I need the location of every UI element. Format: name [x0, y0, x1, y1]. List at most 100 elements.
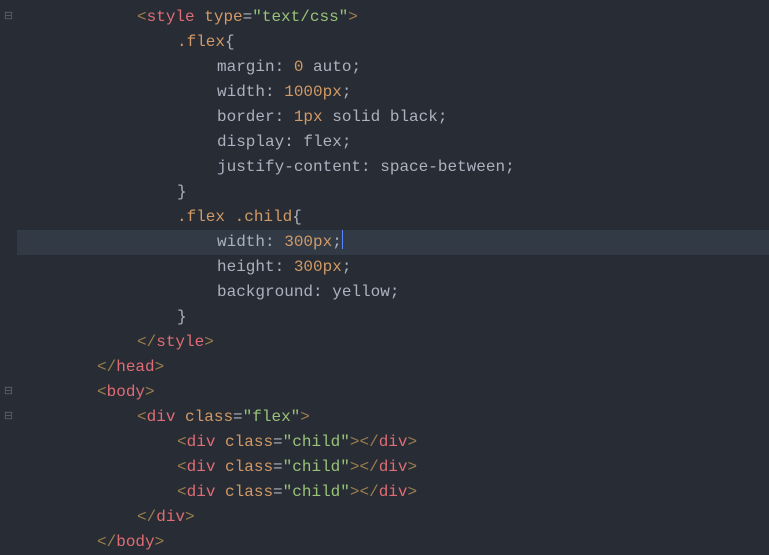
code-line[interactable]: .flex .child{ [17, 205, 769, 230]
code-line[interactable]: <div class="child"></div> [17, 430, 769, 455]
code-token: div [379, 433, 408, 451]
code-token: : [275, 108, 294, 126]
code-token: > [185, 508, 195, 526]
code-token: head [116, 358, 154, 376]
code-area[interactable]: <style type="text/css">.flex{margin: 0 a… [17, 0, 769, 549]
code-token: : [313, 283, 332, 301]
code-line[interactable]: display: flex; [17, 130, 769, 155]
code-token: < [97, 358, 107, 376]
code-token: space-between [380, 158, 505, 176]
code-token: / [369, 433, 379, 451]
code-token: width [217, 83, 265, 101]
code-line[interactable]: <style type="text/css"> [17, 5, 769, 30]
code-token: ; [351, 58, 361, 76]
fold-toggle-icon[interactable]: ⊟ [3, 387, 14, 398]
code-token: / [369, 483, 379, 501]
code-token: class [225, 458, 273, 476]
code-token: div [187, 483, 216, 501]
code-line[interactable]: margin: 0 auto; [17, 55, 769, 80]
code-token [215, 458, 225, 476]
code-line[interactable]: .flex{ [17, 30, 769, 55]
code-token: ; [438, 108, 448, 126]
code-line[interactable]: width: 1000px; [17, 80, 769, 105]
code-token: div [187, 458, 216, 476]
code-token: ; [390, 283, 400, 301]
fold-toggle-icon[interactable]: ⊟ [3, 12, 14, 23]
code-token [175, 408, 185, 426]
code-token: / [369, 458, 379, 476]
code-line[interactable]: <div class="child"></div> [17, 480, 769, 505]
code-line[interactable]: justify-content: space-between; [17, 155, 769, 180]
code-token: : [265, 233, 284, 251]
code-token: < [97, 533, 107, 551]
code-token: : [284, 133, 303, 151]
code-line[interactable]: </div> [17, 505, 769, 530]
code-token: { [225, 33, 235, 51]
code-token: div [147, 408, 176, 426]
code-token: ; [342, 133, 352, 151]
code-token: > [155, 533, 165, 551]
code-token: div [379, 483, 408, 501]
code-token [225, 208, 235, 226]
code-token: > [408, 433, 418, 451]
code-line[interactable]: </head> [17, 355, 769, 380]
code-line[interactable]: } [17, 180, 769, 205]
code-token: div [187, 433, 216, 451]
code-token: < [137, 333, 147, 351]
code-token: body [107, 383, 145, 401]
code-token [215, 483, 225, 501]
code-token: / [147, 508, 157, 526]
code-line[interactable]: background: yellow; [17, 280, 769, 305]
code-token: / [107, 533, 117, 551]
code-token: > [300, 408, 310, 426]
code-token: ; [505, 158, 515, 176]
code-editor[interactable]: ⊟⊟⊟ <style type="text/css">.flex{margin:… [0, 0, 769, 549]
fold-toggle-icon[interactable]: ⊟ [3, 412, 14, 423]
code-token: > [145, 383, 155, 401]
code-line[interactable]: </body> [17, 530, 769, 555]
code-token: flex [303, 133, 341, 151]
code-token: .child [235, 208, 293, 226]
code-token: < [97, 383, 107, 401]
code-token [303, 58, 313, 76]
code-token: margin [217, 58, 275, 76]
code-token: { [292, 208, 302, 226]
code-line[interactable]: </style> [17, 330, 769, 355]
code-token: / [147, 333, 157, 351]
code-token: solid black [323, 108, 438, 126]
code-token: style [147, 8, 195, 26]
code-token: border [217, 108, 275, 126]
text-caret [342, 230, 343, 249]
code-line[interactable]: height: 300px; [17, 255, 769, 280]
code-line[interactable]: <body> [17, 380, 769, 405]
code-line[interactable]: <div class="flex"> [17, 405, 769, 430]
code-token: < [137, 8, 147, 26]
code-token: .flex [177, 33, 225, 51]
code-token: justify-content [217, 158, 361, 176]
code-token: < [137, 508, 147, 526]
code-token: .flex [177, 208, 225, 226]
fold-gutter[interactable]: ⊟ ⊟ ⊟ [0, 0, 17, 549]
code-token: "child" [283, 458, 350, 476]
code-line[interactable]: border: 1px solid black; [17, 105, 769, 130]
code-token: style [156, 333, 204, 351]
code-token: } [177, 183, 187, 201]
code-token: < [359, 458, 369, 476]
code-token: = [273, 483, 283, 501]
code-token: > [408, 483, 418, 501]
code-token: 1000px [284, 83, 342, 101]
code-token: ; [342, 83, 352, 101]
code-token: < [177, 433, 187, 451]
code-token: height [217, 258, 275, 276]
code-line[interactable]: <div class="child"></div> [17, 455, 769, 480]
code-token: "text/css" [252, 8, 348, 26]
code-token: > [155, 358, 165, 376]
code-token: "flex" [243, 408, 301, 426]
code-line[interactable]: } [17, 305, 769, 330]
code-token: ; [332, 233, 342, 251]
code-token: yellow [332, 283, 390, 301]
current-line-highlight [17, 230, 769, 255]
code-token: auto [313, 58, 351, 76]
code-token: "child" [283, 483, 350, 501]
code-token: background [217, 283, 313, 301]
